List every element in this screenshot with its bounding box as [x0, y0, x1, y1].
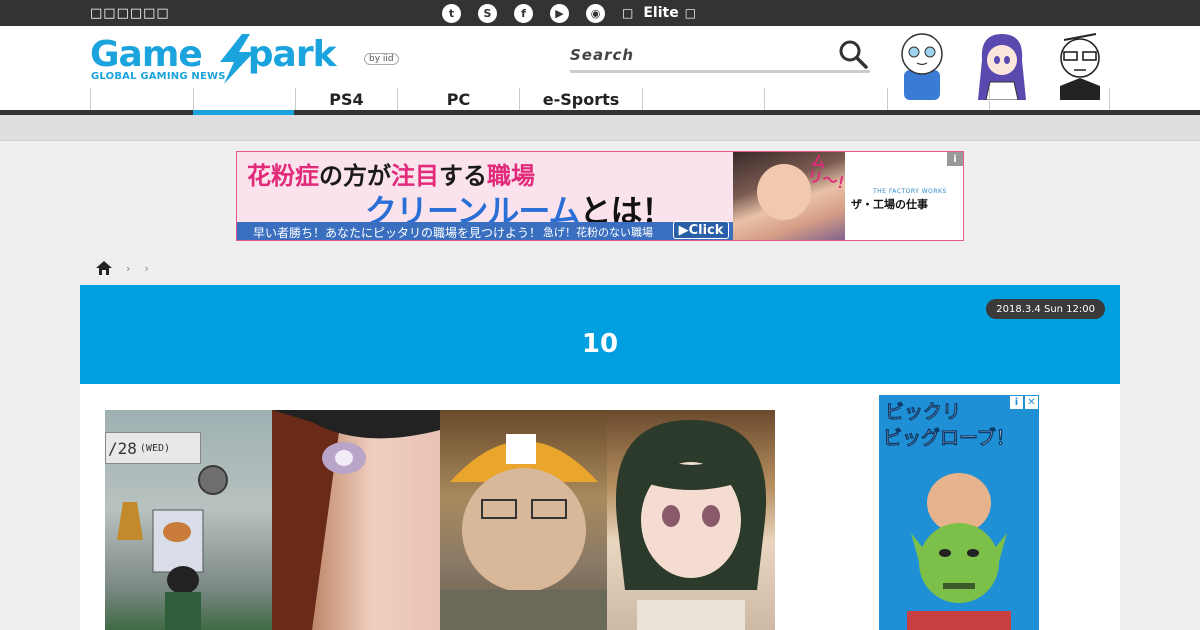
ad-text-hayfever: 花粉症: [247, 162, 319, 190]
image-panel-daru: [440, 410, 608, 630]
logo-wordmark-left: Game: [90, 34, 203, 75]
side-ad-line-1: ビックリ: [885, 401, 962, 424]
sidebar-ad[interactable]: ビックリ ビッグローブ！ i ✕: [879, 395, 1039, 630]
ad-choices-icon[interactable]: i: [1009, 395, 1024, 410]
ad-strip-text-2: 急げ！花粉のない職場: [543, 226, 653, 239]
banner-ad[interactable]: 花粉症の方が注目する職場 クリーンルームとは！ 早い者勝ち！あなたにピッタリの職…: [236, 151, 964, 241]
search-icon[interactable]: [838, 39, 868, 69]
nav-item-7[interactable]: [764, 88, 887, 110]
ad-badges: i ✕: [1009, 395, 1039, 410]
mayuri-illustration: [615, 420, 767, 630]
kurisu-illustration: [272, 410, 440, 630]
search-box[interactable]: Search: [570, 38, 870, 73]
facebook-icon[interactable]: f: [514, 3, 533, 23]
nav-item-1[interactable]: [90, 88, 193, 110]
ad-click-button[interactable]: ▶Click: [673, 221, 729, 239]
ad-muri-text: ムリ〜！: [806, 151, 854, 194]
ad-factory-title: THE FACTORY WORKS: [873, 188, 947, 195]
nav-item-8[interactable]: [887, 88, 989, 110]
nav-item-pc[interactable]: PC: [397, 88, 519, 110]
logo-by-iid: by iid: [364, 53, 399, 65]
article-title: 10: [581, 329, 619, 359]
breadcrumb-separator: ›: [126, 261, 131, 275]
image-panel-mayuri: [607, 410, 775, 630]
missing-glyph-icon: □: [684, 6, 697, 20]
site-logo[interactable]: Game park GLOBAL GAMING NEWS by iid: [90, 34, 400, 84]
article-header: 2018.3.4 Sun 12:00 10: [80, 285, 1120, 384]
breadcrumb: › ›: [96, 260, 149, 276]
ad-photo-face: [757, 164, 811, 220]
site-label[interactable]: □□□□□□: [90, 6, 170, 21]
twitter-icon[interactable]: t: [442, 3, 461, 23]
ad-info-icon[interactable]: i: [947, 152, 963, 166]
nav-item-6[interactable]: [642, 88, 764, 110]
ad-close-icon[interactable]: ✕: [1024, 395, 1039, 410]
article-date: 2018.3.4 Sun 12:00: [986, 299, 1105, 319]
youtube-icon[interactable]: ▶: [550, 3, 569, 23]
image-panel-kurisu: [272, 410, 440, 630]
search-input[interactable]: Search: [570, 46, 634, 64]
room-illustration: [117, 465, 228, 630]
home-icon[interactable]: [96, 261, 112, 275]
steam-icon[interactable]: S: [478, 3, 497, 23]
side-ad-line-2: ビッグローブ！: [883, 427, 1015, 450]
main-nav: PS4 PC e-Sports: [90, 88, 1110, 110]
missing-glyph-icon: □: [622, 6, 634, 20]
logo-wordmark-right: park: [247, 34, 337, 75]
image-panel-room: /28 (WED): [105, 410, 273, 630]
ad-factory-subtitle: ザ・工場の仕事: [851, 198, 928, 211]
nav-item-esports[interactable]: e-Sports: [519, 88, 642, 110]
breadcrumb-separator: ›: [144, 261, 149, 275]
nav-item-ps4[interactable]: PS4: [295, 88, 397, 110]
nav-item-2[interactable]: [193, 88, 295, 110]
article-hero-image[interactable]: /28 (WED): [105, 410, 775, 630]
elite-link[interactable]: Elite: [643, 5, 678, 21]
site-header: Game park GLOBAL GAMING NEWS by iid Searc…: [0, 26, 1200, 113]
side-ad-goblin-image: [907, 473, 1011, 630]
social-links: t S f ▶ ◉ □ Elite □: [442, 3, 706, 23]
ad-strip-text: 早い者勝ち！あなたにピッタリの職場を見つけよう！: [253, 226, 542, 240]
logo-tagline: GLOBAL GAMING NEWS: [91, 71, 226, 82]
rss-icon[interactable]: ◉: [586, 3, 605, 23]
sub-nav-band: [0, 115, 1200, 141]
daru-illustration: [440, 434, 608, 630]
top-bar: □□□□□□ t S f ▶ ◉ □ Elite □: [0, 0, 1200, 26]
nav-item-9[interactable]: [989, 88, 1110, 110]
